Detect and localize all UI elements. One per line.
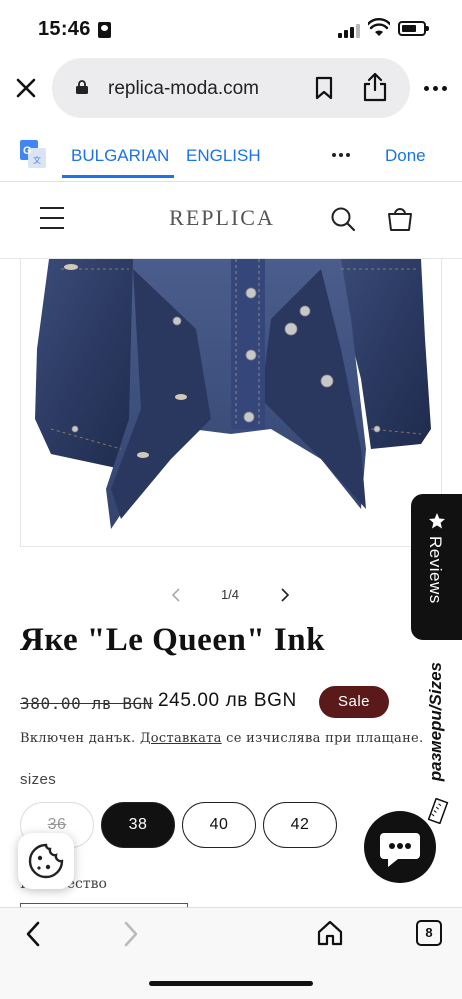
cart-icon[interactable] xyxy=(386,206,414,232)
cellular-signal-icon xyxy=(338,22,360,38)
size-option-42[interactable]: 42 xyxy=(263,802,337,848)
wifi-icon xyxy=(368,18,390,36)
tabs-count-button[interactable]: 8 xyxy=(416,920,442,946)
google-translate-icon: G 文 xyxy=(20,140,46,168)
more-options-icon[interactable] xyxy=(424,86,447,91)
status-time: 15:46 xyxy=(38,18,91,40)
tax-note-prefix: Включен данък. xyxy=(20,731,136,746)
home-indicator xyxy=(149,981,313,986)
sale-price: 245.00 лв BGN xyxy=(158,690,297,711)
lock-icon xyxy=(76,80,88,94)
size-option-38-selected[interactable]: 38 xyxy=(101,802,175,848)
tax-note-suffix: се изчислява при плащане. xyxy=(226,731,424,746)
size-guide-tab[interactable]: размери/Sizes xyxy=(418,662,458,824)
sale-badge: Sale xyxy=(319,686,389,718)
size-option-40[interactable]: 40 xyxy=(182,802,256,848)
share-icon[interactable] xyxy=(362,72,388,102)
active-language-underline xyxy=(62,175,174,178)
battery-icon xyxy=(398,21,429,36)
denim-jacket-image xyxy=(35,259,431,529)
svg-text:文: 文 xyxy=(33,155,41,165)
chevron-left-icon[interactable] xyxy=(170,587,182,603)
tax-note: Включен данък. Доставката се изчислява п… xyxy=(20,731,424,746)
divider xyxy=(0,181,462,182)
translate-options-icon[interactable] xyxy=(332,153,350,157)
product-title: Яке "Le Queen" Ink xyxy=(20,622,325,658)
star-icon xyxy=(429,513,445,529)
forward-arrow-icon[interactable] xyxy=(122,920,140,948)
cookie-settings-button[interactable] xyxy=(18,833,74,889)
reviews-tab[interactable]: Reviews xyxy=(411,494,462,640)
home-icon[interactable] xyxy=(316,919,344,947)
cookie-icon xyxy=(28,843,64,879)
person-badge-icon xyxy=(98,22,111,38)
bookmark-icon[interactable] xyxy=(314,76,334,100)
chat-button[interactable] xyxy=(364,811,436,883)
svg-text:G: G xyxy=(23,145,32,157)
sizes-label: sizes xyxy=(20,771,57,788)
search-icon[interactable] xyxy=(330,206,356,232)
chevron-right-icon[interactable] xyxy=(279,587,291,603)
chat-bubble-icon xyxy=(380,833,420,867)
original-price: 380.00 лв BGN xyxy=(20,694,154,713)
url-text[interactable]: replica-moda.com xyxy=(108,78,259,100)
product-image[interactable] xyxy=(20,259,442,547)
site-logo[interactable]: REPLICA xyxy=(0,205,444,231)
translate-target-language[interactable]: ENGLISH xyxy=(186,146,261,166)
shipping-link[interactable]: Доставката xyxy=(140,731,222,746)
back-arrow-icon[interactable] xyxy=(24,920,42,948)
translate-source-language[interactable]: BULGARIAN xyxy=(71,146,169,166)
reviews-label: Reviews xyxy=(426,536,445,604)
close-icon[interactable] xyxy=(14,76,38,100)
size-guide-label: размери/Sizes xyxy=(426,662,445,782)
translate-done-button[interactable]: Done xyxy=(385,146,426,166)
slide-counter: 1/4 xyxy=(220,587,240,602)
